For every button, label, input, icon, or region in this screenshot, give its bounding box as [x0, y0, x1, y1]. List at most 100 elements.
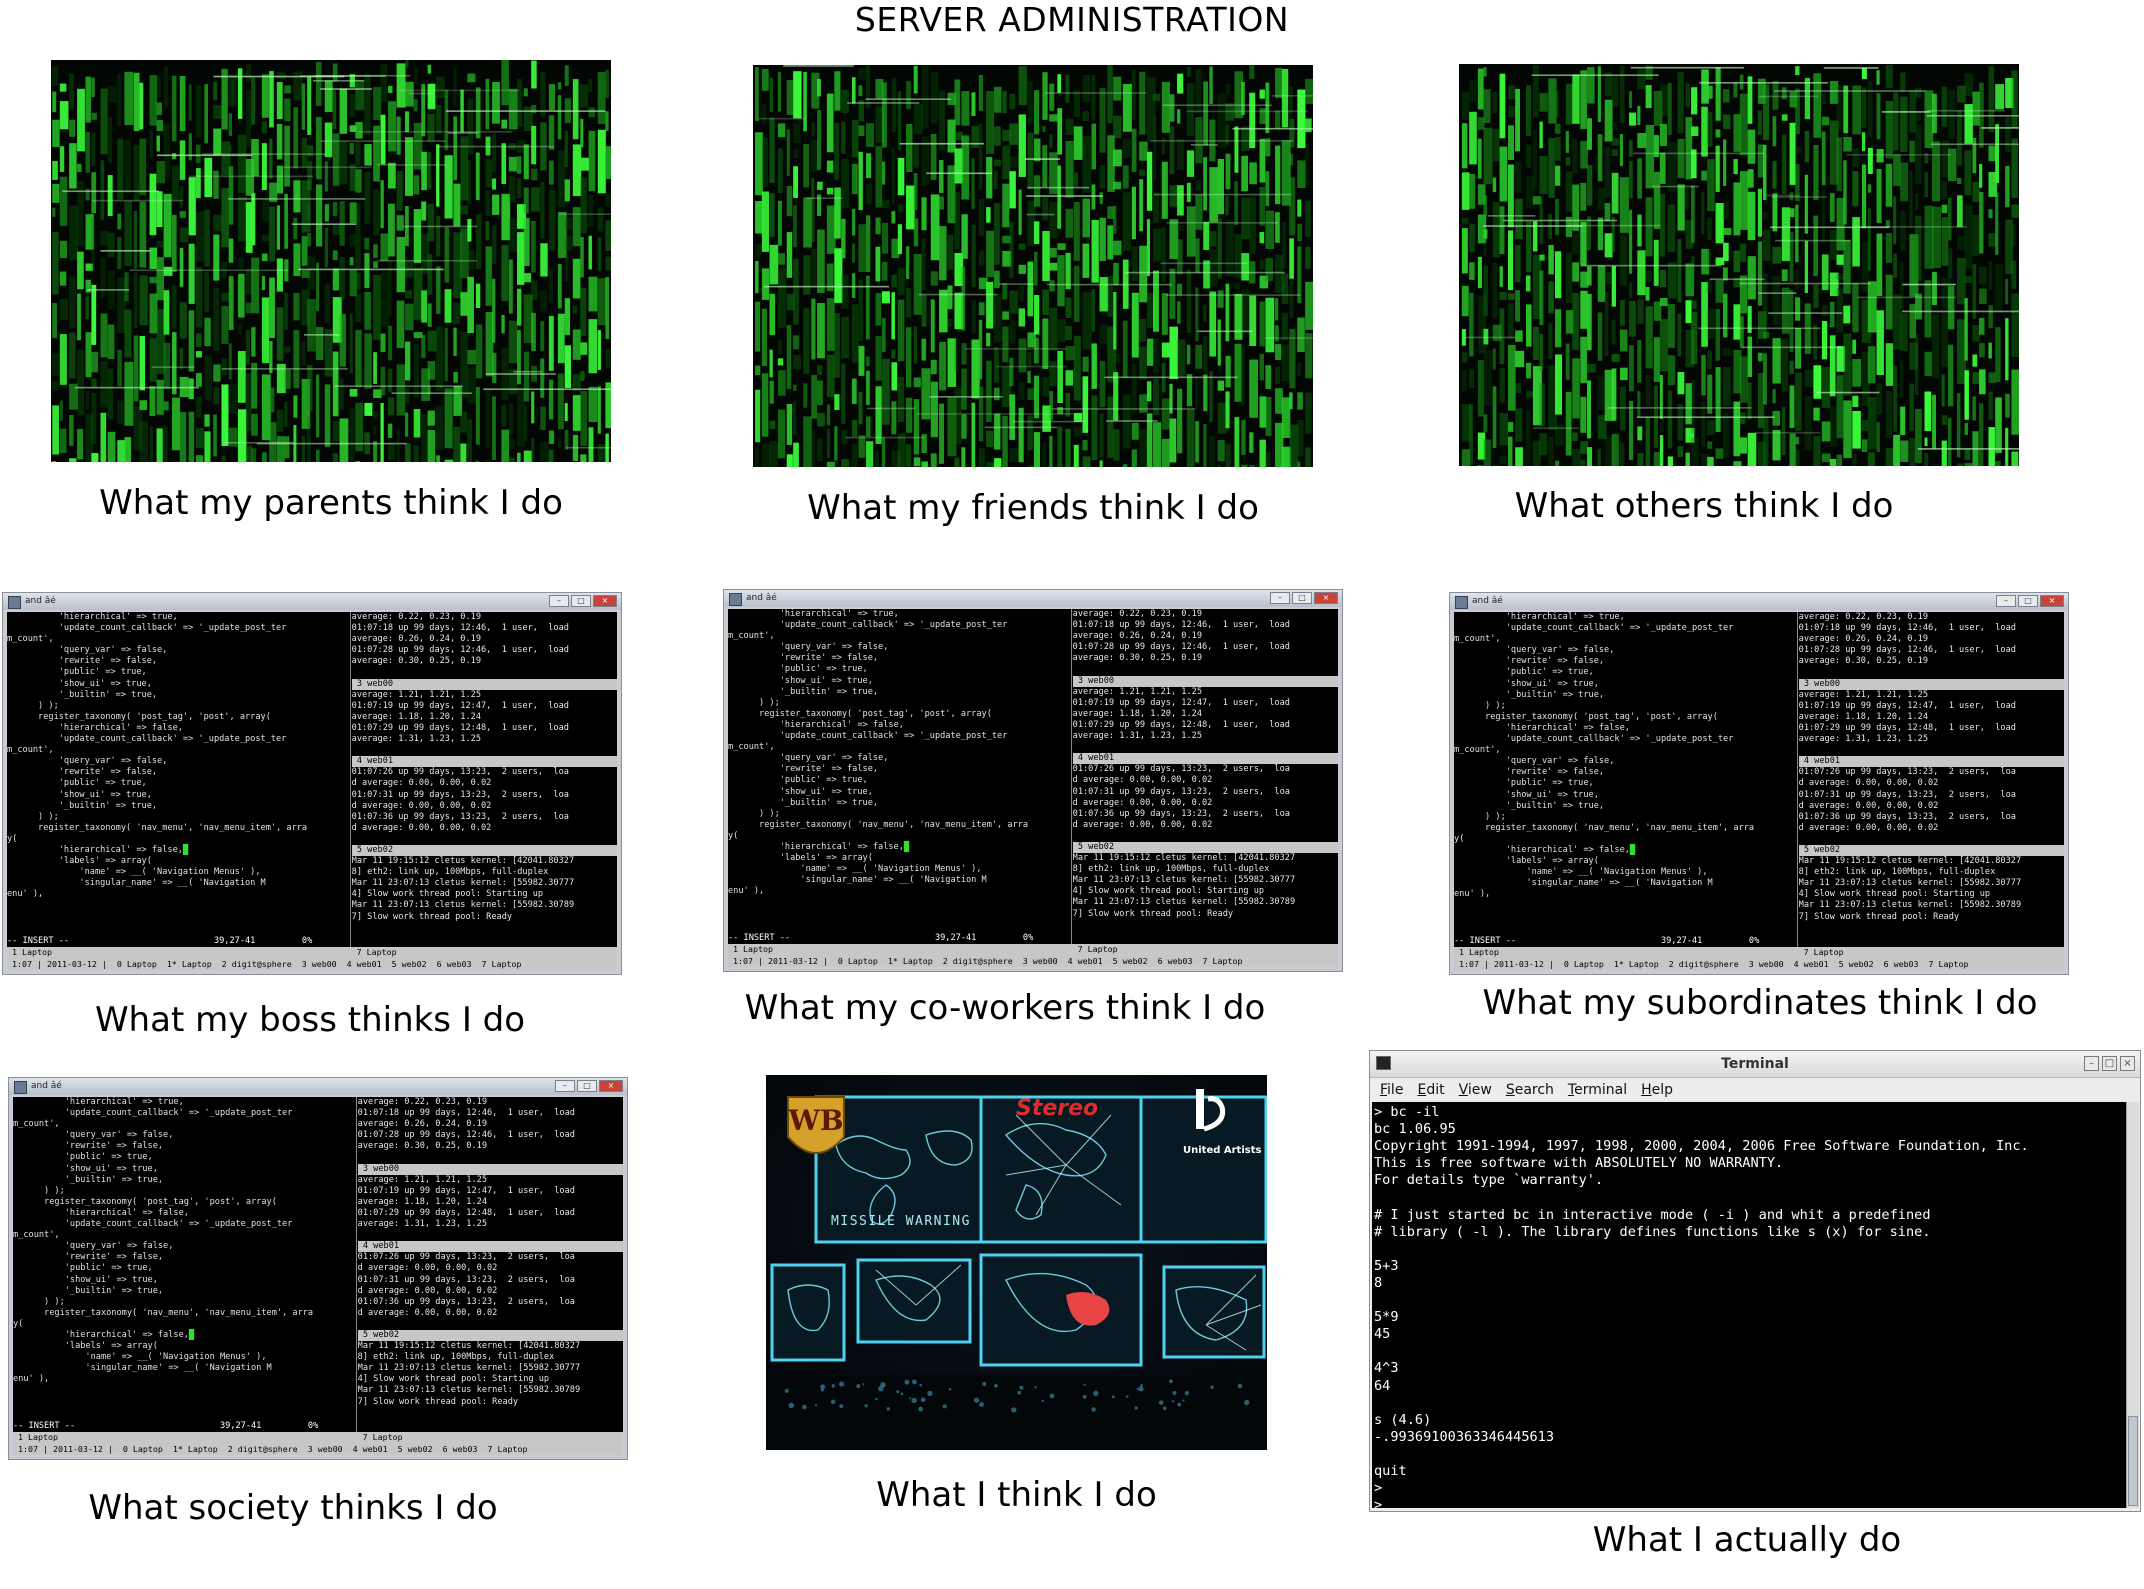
menu-item-terminal[interactable]: Terminal: [1568, 1078, 1627, 1102]
monitor-pane[interactable]: average: 0.22, 0.23, 0.19 01:07:18 up 99 …: [357, 1097, 623, 1432]
log-line: 01:07:36 up 99 days, 13:23, 2 users, loa: [1072, 808, 1290, 819]
caption-boss: What my boss thinks I do: [94, 1000, 526, 1040]
code-line: 'rewrite' => false,: [1454, 656, 1605, 667]
log-line: average: 1.18, 1.20, 1.24: [357, 1196, 488, 1207]
log-line: 7] Slow work thread pool: Ready: [1798, 911, 1960, 922]
menu-item-edit[interactable]: Edit: [1417, 1078, 1444, 1102]
log-line: average: 0.30, 0.25, 0.19: [1798, 656, 1929, 667]
terminal-output[interactable]: > bc -il bc 1.06.95 Copyright 1991-1994, 1…: [1372, 1102, 2126, 1508]
code-line: y(: [728, 830, 739, 841]
vim-mode-line: -- INSERT -- 39,27-41 0%: [728, 933, 1034, 943]
close-icon[interactable]: ×: [593, 595, 617, 607]
log-line: 01:07:19 up 99 days, 12:47, 1 user, load: [1798, 700, 2016, 711]
minimize-icon[interactable]: –: [1996, 595, 2016, 607]
log-line: average: 0.26, 0.24, 0.19: [357, 1119, 488, 1130]
app-icon: [14, 1081, 27, 1094]
window-titlebar: and âé: [3, 593, 621, 610]
code-line: 'query_var' => false,: [13, 1241, 174, 1252]
code-line: ) );: [13, 1185, 65, 1196]
log-line: d average: 0.00, 0.00, 0.02: [1072, 819, 1213, 830]
tmux-terminal[interactable]: 'hierarchical' => true, 'update_count_ca…: [7, 612, 617, 970]
maximize-icon[interactable]: □: [2102, 1056, 2117, 1071]
page-title: SERVER ADMINISTRATION: [854, 0, 1290, 39]
monitor-pane[interactable]: average: 0.22, 0.23, 0.19 01:07:18 up 99 …: [351, 612, 617, 947]
menu-item-view[interactable]: View: [1459, 1078, 1492, 1102]
code-line: 'hierarchical' => true,: [1454, 612, 1625, 622]
code-line: '_builtin' => true,: [1454, 800, 1605, 811]
close-icon[interactable]: ×: [2120, 1056, 2135, 1071]
log-line: 8] eth2: link up, 100Mbps, full-duplex: [357, 1352, 555, 1363]
code-line: 'public' => true,: [13, 1152, 153, 1163]
minimize-icon[interactable]: –: [1270, 592, 1290, 604]
minimize-icon[interactable]: –: [2084, 1056, 2099, 1071]
caption-coworkers: What my co-workers think I do: [744, 988, 1266, 1028]
close-icon[interactable]: ×: [1314, 592, 1338, 604]
vim-mode-line: -- INSERT -- 39,27-41 0%: [13, 1421, 319, 1431]
code-line: m_count',: [13, 1230, 60, 1241]
pane-label-left: 1 Laptop: [1454, 947, 1499, 957]
vim-pane[interactable]: 'hierarchical' => true, 'update_count_ca…: [13, 1097, 355, 1421]
pane-divider[interactable]: [1070, 609, 1072, 944]
menu-item-search[interactable]: Search: [1506, 1078, 1554, 1102]
code-line: 'name' => __( 'Navigation Menus' ),: [1454, 867, 1708, 878]
menu-item-file[interactable]: File: [1380, 1078, 1403, 1102]
code-line: ) );: [1454, 700, 1506, 711]
log-line: 8] eth2: link up, 100Mbps, full-duplex: [351, 867, 549, 878]
terminal-app-icon: [1376, 1056, 1391, 1070]
close-icon[interactable]: ×: [599, 1080, 623, 1092]
log-line: Mar 11 19:15:12 cletus kernel: [42041.80…: [1798, 856, 2022, 867]
code-line: 'update_count_callback' => '_update_post…: [728, 620, 1008, 631]
code-line: 'public' => true,: [1454, 778, 1594, 789]
tmux-status-bar: 1:07 | 2011-03-12 | 0 Laptop 1* Laptop 2…: [7, 958, 617, 970]
log-line: Mar 11 23:07:13 cletus kernel: [55982.30…: [1798, 878, 2022, 889]
log-line: 01:07:19 up 99 days, 12:47, 1 user, load: [351, 700, 569, 711]
code-line: 'query_var' => false,: [1454, 756, 1615, 767]
code-line: register_taxonomy( 'post_tag', 'post', a…: [728, 708, 992, 719]
log-line: 01:07:28 up 99 days, 12:46, 1 user, load: [1072, 642, 1290, 653]
pane-label-left: 1 Laptop: [13, 1432, 58, 1442]
pane-divider[interactable]: [1796, 612, 1798, 947]
code-line: 'show_ui' => true,: [13, 1163, 158, 1174]
vim-pane[interactable]: 'hierarchical' => true, 'update_count_ca…: [7, 612, 349, 936]
close-icon[interactable]: ×: [2040, 595, 2064, 607]
terminal-line: > bc -il: [1374, 1104, 1440, 1120]
log-line: 4] Slow work thread pool: Starting up: [1072, 886, 1265, 897]
monitor-pane[interactable]: average: 0.22, 0.23, 0.19 01:07:18 up 99 …: [1072, 609, 1338, 944]
vim-pane[interactable]: 'hierarchical' => true, 'update_count_ca…: [1454, 612, 1796, 936]
code-line: 'update_count_callback' => '_update_post…: [728, 731, 1008, 742]
vim-pane[interactable]: 'hierarchical' => true, 'update_count_ca…: [728, 609, 1070, 933]
log-line: 01:07:36 up 99 days, 13:23, 2 users, loa: [351, 811, 569, 822]
log-line: 7] Slow work thread pool: Ready: [1072, 908, 1234, 919]
minimize-icon[interactable]: –: [555, 1080, 575, 1092]
tmux-terminal[interactable]: 'hierarchical' => true, 'update_count_ca…: [13, 1097, 623, 1455]
code-line: 'hierarchical' => false,: [13, 1207, 189, 1218]
minimize-icon[interactable]: –: [549, 595, 569, 607]
log-line: average: 1.31, 1.23, 1.25: [1798, 734, 1929, 745]
scrollbar-thumb[interactable]: [2128, 1416, 2138, 1506]
log-line: average: 0.30, 0.25, 0.19: [351, 656, 482, 667]
code-line: m_count',: [7, 745, 54, 756]
log-line: 01:07:18 up 99 days, 12:46, 1 user, load: [1798, 623, 2016, 634]
menu-item-help[interactable]: Help: [1641, 1078, 1673, 1102]
pane-divider[interactable]: [349, 612, 351, 947]
pane-labels: 1 Laptop 7 Laptop: [1454, 947, 2064, 958]
tmux-terminal[interactable]: 'hierarchical' => true, 'update_count_ca…: [728, 609, 1338, 967]
code-line: m_count',: [1454, 634, 1501, 645]
united-artists-logo: United Artists: [1183, 1145, 1261, 1156]
maximize-icon[interactable]: □: [1292, 592, 1312, 604]
code-line: 'hierarchical' => false,: [7, 722, 183, 733]
log-line: 01:07:28 up 99 days, 12:46, 1 user, load: [357, 1130, 575, 1141]
code-line: enu' ),: [13, 1374, 50, 1385]
tmux-terminal[interactable]: 'hierarchical' => true, 'update_count_ca…: [1454, 612, 2064, 970]
maximize-icon[interactable]: □: [577, 1080, 597, 1092]
pane-divider[interactable]: [355, 1097, 357, 1432]
maximize-icon[interactable]: □: [2018, 595, 2038, 607]
terminal-scrollbar[interactable]: [2126, 1102, 2139, 1508]
monitor-pane[interactable]: average: 0.22, 0.23, 0.19 01:07:18 up 99 …: [1798, 612, 2064, 947]
maximize-icon[interactable]: □: [571, 595, 591, 607]
log-line: d average: 0.00, 0.00, 0.02: [1072, 775, 1213, 786]
log-line: 01:07:31 up 99 days, 13:23, 2 users, loa: [357, 1274, 575, 1285]
code-line: 'update_count_callback' => '_update_post…: [13, 1219, 293, 1230]
